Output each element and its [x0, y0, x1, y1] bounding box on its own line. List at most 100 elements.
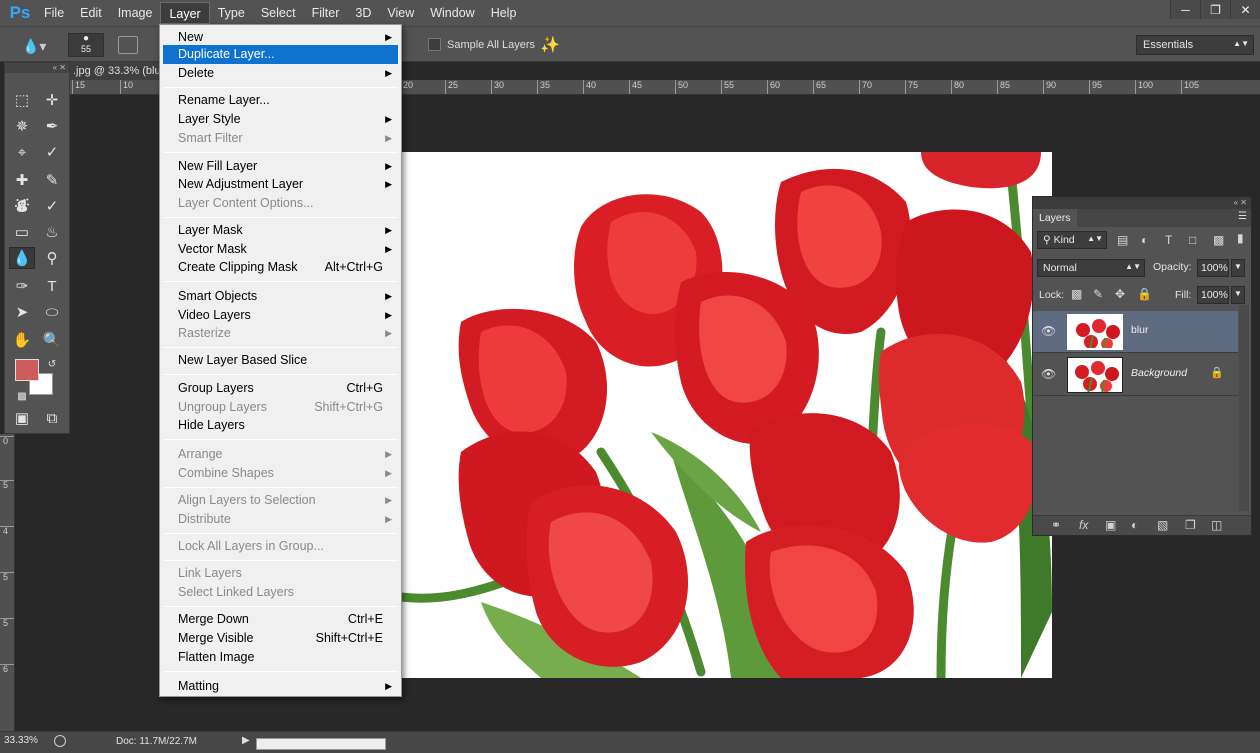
panel-menu-icon[interactable]: ☰ [1238, 211, 1247, 222]
ellipse-icon[interactable]: ⬭ [39, 301, 65, 323]
filter-type-icon[interactable]: T [1165, 233, 1172, 247]
menu-select[interactable]: Select [253, 2, 304, 24]
type-icon[interactable]: T [39, 275, 65, 297]
filter-smart-object-icon[interactable]: ▩ [1213, 233, 1224, 247]
fill-input[interactable]: 100% [1197, 286, 1229, 304]
menu-item-rename-layer[interactable]: Rename Layer... [163, 91, 398, 110]
layer-name[interactable]: blur [1131, 324, 1149, 336]
menu-item-video-layers[interactable]: Video Layers ▶ [163, 306, 398, 325]
layer-name[interactable]: Background [1131, 367, 1187, 379]
menu-item-hide-layers[interactable]: Hide Layers [163, 416, 398, 435]
sample-all-layers-option[interactable]: Sample All Layers [428, 38, 535, 51]
clone-stamp-icon[interactable]: ⛇ [9, 195, 35, 217]
menu-item-smart-objects[interactable]: Smart Objects ▶ [163, 287, 398, 306]
brush-icon[interactable]: ✎ [39, 169, 65, 191]
menu-item-matting[interactable]: Matting ▶ [163, 677, 398, 696]
menu-filter[interactable]: Filter [304, 2, 348, 24]
tab-layers[interactable]: Layers [1033, 209, 1077, 227]
fill-dropdown-icon[interactable]: ▼ [1231, 286, 1245, 304]
workspace-switcher[interactable]: Essentials ▲▼ [1136, 35, 1254, 55]
eyedropper-icon[interactable]: ✓ [39, 141, 65, 163]
screen-mode-icon[interactable]: ⧉ [39, 407, 65, 429]
visibility-eye-icon[interactable]: 👁 [1041, 367, 1056, 381]
foreground-color-swatch[interactable] [15, 359, 39, 381]
menu-item-flatten-image[interactable]: Flatten Image [163, 648, 398, 667]
menu-item-merge-visible[interactable]: Merge Visible Shift+Ctrl+E [163, 629, 398, 648]
filter-shape-icon[interactable]: □ [1189, 233, 1196, 247]
menu-item-layer-style[interactable]: Layer Style ▶ [163, 110, 398, 129]
menu-item-new-fill-layer[interactable]: New Fill Layer ▶ [163, 157, 398, 176]
healing-brush-icon[interactable]: ✚ [9, 169, 35, 191]
lock-transparent-icon[interactable]: ▩ [1071, 287, 1082, 301]
menu-window[interactable]: Window [422, 2, 482, 24]
horizontal-scrollbar[interactable] [256, 738, 386, 750]
opacity-input[interactable]: 100% [1197, 259, 1229, 277]
menu-edit[interactable]: Edit [72, 2, 110, 24]
folder-icon[interactable]: ▧ [1157, 518, 1168, 532]
paint-bucket-icon[interactable]: ♨ [39, 221, 65, 243]
menu-item-layer-mask[interactable]: Layer Mask ▶ [163, 221, 398, 240]
zoom-icon[interactable]: 🔍 [39, 329, 65, 351]
status-info-icon[interactable] [54, 735, 66, 747]
history-brush-icon[interactable]: ✓ [39, 195, 65, 217]
opacity-dropdown-icon[interactable]: ▼ [1231, 259, 1245, 277]
menu-item-new-adjustment-layer[interactable]: New Adjustment Layer ▶ [163, 175, 398, 194]
path-select-icon[interactable]: ➤ [9, 301, 35, 323]
default-colors-icon[interactable]: ▩ [9, 385, 35, 407]
layers-scrollbar[interactable] [1239, 305, 1249, 511]
menu-image[interactable]: Image [110, 2, 161, 24]
lock-position-icon[interactable]: ✥ [1115, 287, 1125, 301]
collapse-icon[interactable]: « ✕ [5, 63, 69, 73]
lasso-icon[interactable]: ✵ [9, 115, 35, 137]
filter-toggle-icon[interactable]: ▮ [1237, 231, 1244, 245]
tool-preset-icon[interactable]: 💧▾ [22, 38, 46, 55]
blur-tool-icon[interactable]: 💧 [9, 247, 35, 269]
sample-all-layers-checkbox[interactable] [428, 38, 441, 51]
brush-panel-icon[interactable] [118, 36, 138, 54]
menu-item-new-layer-based-slice[interactable]: New Layer Based Slice [163, 351, 398, 370]
menu-item-merge-down[interactable]: Merge Down Ctrl+E [163, 610, 398, 629]
document-tab[interactable]: .jpg @ 33.3% (blu [70, 62, 160, 80]
menu-layer[interactable]: Layer [160, 2, 210, 24]
marquee-icon[interactable]: ⬚ [9, 89, 35, 111]
document-canvas[interactable] [401, 152, 1052, 678]
link-icon[interactable]: ⚭ [1051, 518, 1061, 532]
move-icon[interactable]: ✛ [39, 89, 65, 111]
menu-3d[interactable]: 3D [347, 2, 379, 24]
filter-adjustment-icon[interactable]: ◐ [1141, 233, 1148, 247]
adjustment-icon[interactable]: ◐ [1131, 518, 1138, 532]
filter-pixel-icon[interactable]: ▤ [1117, 233, 1128, 247]
menu-item-group-layers[interactable]: Group Layers Ctrl+G [163, 379, 398, 398]
blend-mode-select[interactable]: Normal ▲▼ [1037, 259, 1145, 277]
quick-mask-icon[interactable]: ▣ [9, 407, 35, 429]
quick-select-icon[interactable]: ✒ [39, 115, 65, 137]
layer-row-background[interactable]: 👁 Background 🔒 [1033, 354, 1238, 396]
close-icon[interactable]: ✕ [1230, 0, 1260, 19]
menu-item-duplicate-layer[interactable]: Duplicate Layer... [163, 45, 398, 64]
mask-icon[interactable]: ▣ [1105, 518, 1116, 532]
menu-help[interactable]: Help [483, 2, 525, 24]
zoom-level[interactable]: 33.33% [4, 735, 44, 749]
menu-item-create-clipping-mask[interactable]: Create Clipping Mask Alt+Ctrl+G [163, 258, 398, 277]
minimize-icon[interactable]: ─ [1170, 0, 1200, 19]
pen-icon[interactable]: ✑ [9, 275, 35, 297]
brush-size-picker[interactable]: ● 55 [68, 33, 104, 57]
zoom-tool-icon[interactable]: ⚲ [39, 247, 65, 269]
panel-collapse-icon[interactable]: « ✕ [1033, 197, 1251, 209]
layer-row-blur[interactable]: 👁 blur [1033, 311, 1238, 353]
visibility-eye-icon[interactable]: 👁 [1041, 324, 1056, 338]
hand-icon[interactable]: ✋ [9, 329, 35, 351]
crop-icon[interactable]: ⌖ [9, 141, 35, 163]
menu-view[interactable]: View [379, 2, 422, 24]
menu-item-vector-mask[interactable]: Vector Mask ▶ [163, 240, 398, 259]
pressure-icon[interactable]: ✨ [540, 35, 560, 55]
lock-pixels-icon[interactable]: ✎ [1093, 287, 1103, 301]
lock-all-icon[interactable]: 🔒 [1137, 287, 1152, 301]
new-layer-icon[interactable]: ❐ [1185, 518, 1196, 532]
restore-icon[interactable]: ❐ [1200, 0, 1230, 19]
menu-file[interactable]: File [36, 2, 72, 24]
trash-icon[interactable]: ◫ [1211, 518, 1222, 532]
eraser-icon[interactable]: ▭ [9, 221, 35, 243]
swap-colors-icon[interactable]: ↺ [39, 353, 65, 375]
menu-type[interactable]: Type [210, 2, 253, 24]
